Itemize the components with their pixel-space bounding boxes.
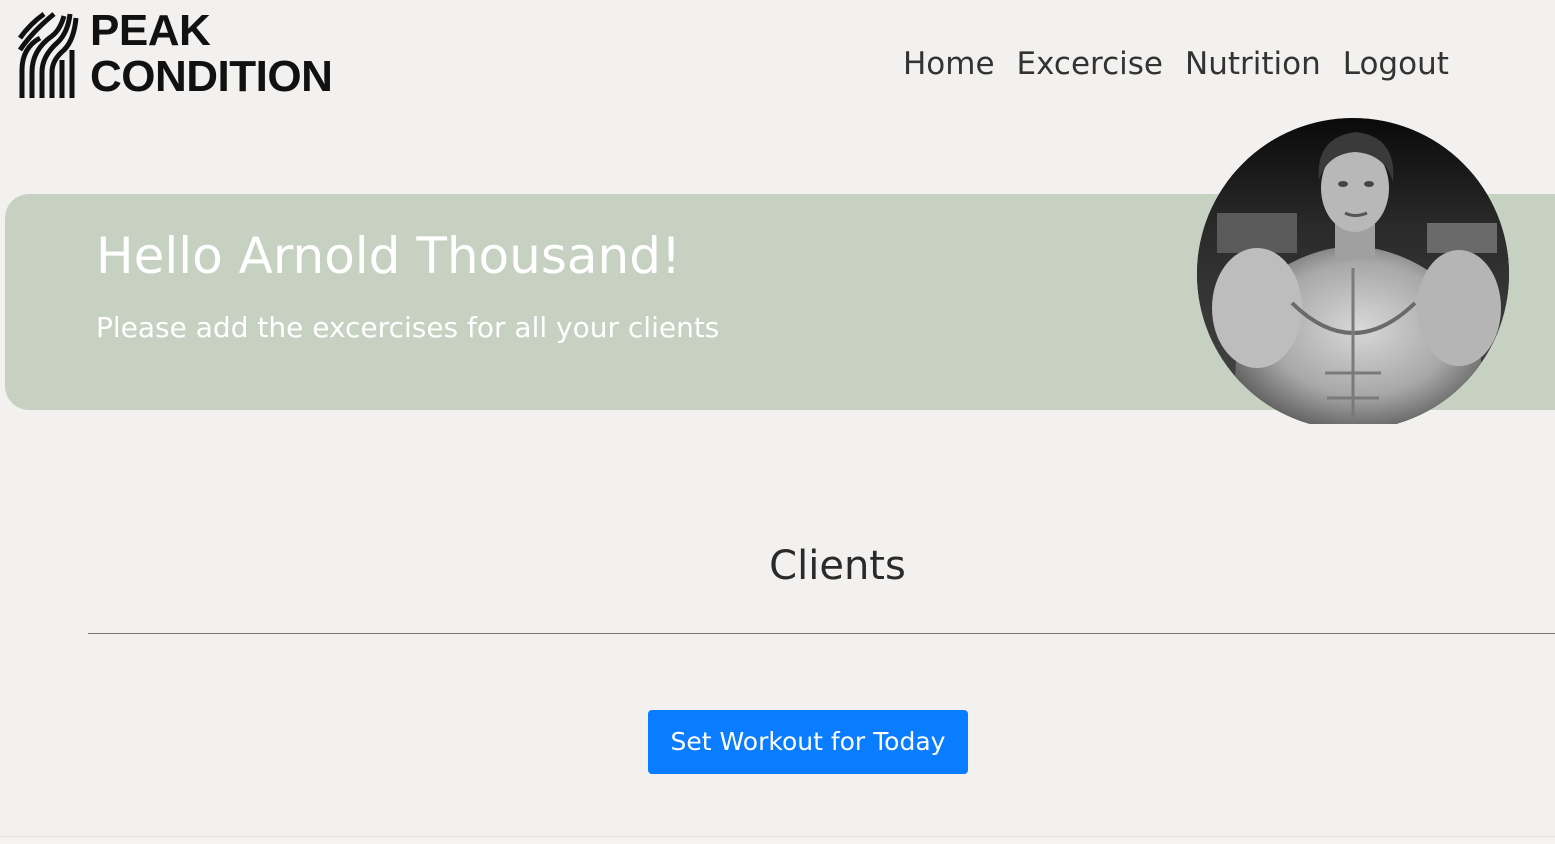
brand-logo[interactable]: PEAK CONDITION: [18, 6, 368, 102]
profile-avatar: [1197, 118, 1509, 424]
brand-wordmark: PEAK CONDITION: [90, 6, 333, 101]
set-workout-button[interactable]: Set Workout for Today: [648, 710, 968, 774]
nav-link-logout[interactable]: Logout: [1343, 44, 1449, 84]
nav-link-home[interactable]: Home: [903, 44, 995, 84]
nav-link-nutrition[interactable]: Nutrition: [1185, 44, 1321, 84]
brand-line-2: CONDITION: [90, 52, 333, 101]
clients-heading: Clients: [769, 543, 906, 589]
brand-line-1: PEAK: [90, 6, 211, 55]
welcome-subtitle: Please add the excercises for all your c…: [96, 311, 720, 344]
welcome-heading: Hello Arnold Thousand!: [96, 227, 681, 285]
peak-stripes-icon: [18, 11, 79, 98]
nav-link-excercise[interactable]: Excercise: [1017, 44, 1163, 84]
main-nav: Home Excercise Nutrition Logout: [903, 44, 1449, 84]
section-divider: [88, 633, 1555, 634]
avatar-photo: [1197, 118, 1509, 424]
